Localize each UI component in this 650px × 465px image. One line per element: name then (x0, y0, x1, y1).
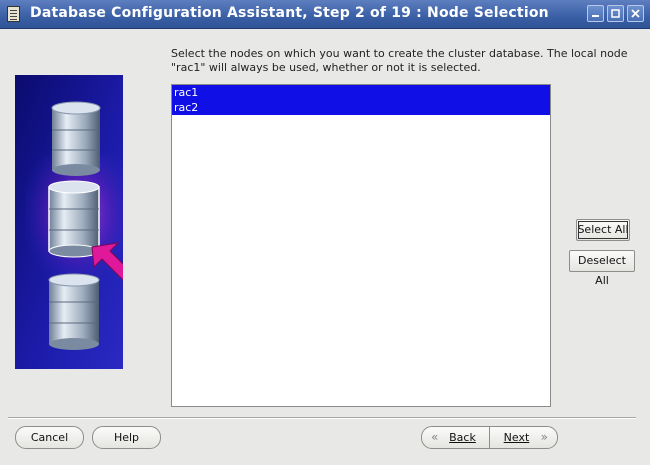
close-icon (631, 9, 640, 18)
node-item-rac1[interactable]: rac1 (172, 85, 550, 100)
database-icon (48, 273, 100, 350)
maximize-button[interactable] (607, 5, 624, 22)
database-icon (48, 180, 100, 258)
deselect-all-button[interactable]: Deselect All (569, 250, 635, 287)
instructions-text: Select the nodes on which you want to cr… (171, 47, 628, 74)
footer-divider (8, 417, 636, 419)
back-arrow-icon: « (431, 430, 439, 444)
close-button[interactable] (627, 5, 644, 22)
title-bar[interactable]: Database Configuration Assistant, Step 2… (0, 0, 650, 29)
back-label: Back (449, 431, 476, 444)
database-icon (51, 101, 101, 176)
app-icon (7, 6, 20, 22)
node-item-rac2[interactable]: rac2 (172, 100, 550, 115)
next-button[interactable]: Next » (489, 426, 558, 449)
maximize-icon (611, 9, 620, 18)
help-button[interactable]: Help (92, 426, 161, 449)
next-arrow-icon: » (540, 430, 548, 444)
wizard-banner-image (15, 75, 123, 369)
minimize-icon (592, 15, 599, 17)
node-list[interactable]: rac1 rac2 (171, 84, 551, 407)
cancel-button[interactable]: Cancel (15, 426, 84, 449)
back-button[interactable]: « Back (421, 426, 490, 449)
select-all-button[interactable]: Select All (576, 219, 630, 241)
window-title: Database Configuration Assistant, Step 2… (30, 5, 549, 21)
next-label: Next (503, 431, 530, 444)
minimize-button[interactable] (587, 5, 604, 22)
